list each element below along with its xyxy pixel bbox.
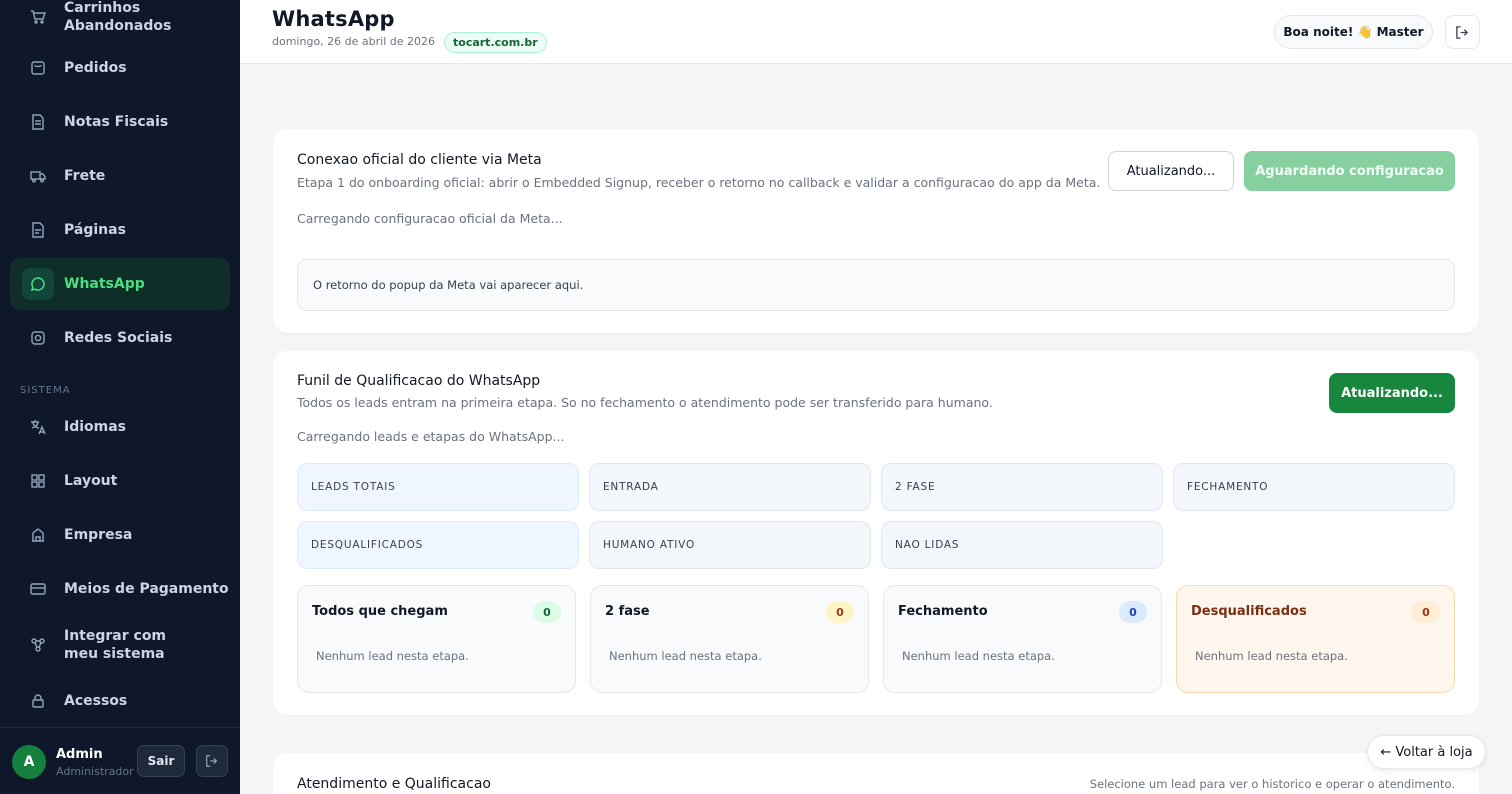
refresh-button[interactable]: Atualizando... [1108,151,1234,191]
funnel-loading-text: Carregando leads e etapas do WhatsApp... [297,429,565,444]
sidebar-item-pedidos[interactable]: Pedidos [10,42,230,94]
meta-card-title: Conexao oficial do cliente via Meta [297,152,542,168]
funnel-card-subtitle: Todos os leads entram na primeira etapa.… [297,395,993,410]
stat-nao-lidas: NAO LIDAS [881,521,1163,569]
stage-empty-text: Nenhum lead nesta etapa. [902,649,1055,663]
stat-entrada: ENTRADA [589,463,871,511]
stage-count-badge: 0 [533,601,561,623]
sidebar-item-label: Layout [64,473,118,489]
stage-empty-text: Nenhum lead nesta etapa. [316,649,469,663]
meta-card-subtitle: Etapa 1 do onboarding oficial: abrir o E… [297,175,1101,190]
attendance-hint: Selecione um lead para ver o historico e… [1089,777,1455,791]
sidebar-item-layout[interactable]: Layout [10,455,230,507]
waiting-config-button[interactable]: Aguardando configuracao [1244,151,1455,191]
page-date: domingo, 26 de abril de 2026 [272,35,435,48]
sidebar-item-frete[interactable]: Frete [10,150,230,202]
sidebar-item-notas-fiscais[interactable]: Notas Fiscais [10,96,230,148]
stat-2-fase: 2 FASE [881,463,1163,511]
sidebar-item-label: Idiomas [64,419,127,435]
document-icon [30,114,46,130]
sidebar-item-idiomas[interactable]: Idiomas [10,401,230,453]
funnel-refresh-button[interactable]: Atualizando... [1329,373,1455,413]
attendance-card-title: Atendimento e Qualificacao [297,776,491,792]
sidebar-item-paginas[interactable]: Páginas [10,204,230,256]
integration-icon [30,637,46,653]
stage-empty-text: Nenhum lead nesta etapa. [609,649,762,663]
funnel-card-title: Funil de Qualificacao do WhatsApp [297,373,541,389]
sidebar-item-label: Empresa [64,527,133,543]
stage-title: Todos que chegam [312,604,448,619]
sidebar-item-label: Notas Fiscais [64,114,169,130]
sidebar-item-label: Meios de Pagamento [64,581,229,597]
sidebar-item-label: Integrar com meu sistema [64,628,167,662]
translate-icon [30,419,46,435]
avatar: A [12,745,46,779]
stage-column-todos: Todos que chegam 0 Nenhum lead nesta eta… [297,585,576,693]
sidebar-item-label: Pedidos [64,60,127,76]
sidebar-item-whatsapp[interactable]: WhatsApp [10,258,230,310]
stage-count-badge: 0 [1412,601,1440,623]
domain-badge[interactable]: tocart.com.br [444,32,547,53]
back-to-store-button[interactable]: ← Voltar à loja [1367,735,1486,769]
stage-count-badge: 0 [826,601,854,623]
sidebar-item-carrinhos[interactable]: Carrinhos Abandonados [10,0,230,40]
meta-loading-text: Carregando configuracao oficial da Meta.… [297,211,563,226]
sidebar-item-redes-sociais[interactable]: Redes Sociais [10,312,230,364]
stage-title: Fechamento [898,604,988,619]
stat-leads-totais: LEADS TOTAIS [297,463,579,511]
funnel-card: Funil de Qualificacao do WhatsApp Todos … [273,351,1479,715]
top-header: WhatsApp domingo, 26 de abril de 2026 to… [240,0,1512,64]
cart-icon [30,9,46,25]
sidebar-footer: A Admin Administrador Sair [0,727,240,794]
stat-desqualificados: DESQUALIFICADOS [297,521,579,569]
sidebar-item-empresa[interactable]: Empresa [10,509,230,561]
sidebar-item-label: WhatsApp [64,276,145,292]
stage-empty-text: Nenhum lead nesta etapa. [1195,649,1348,663]
attendance-card: Atendimento e Qualificacao Selecione um … [273,753,1479,794]
logout-icon-button[interactable] [196,745,228,777]
sidebar-item-label: Redes Sociais [64,330,173,346]
sidebar-item-label: Frete [64,168,106,184]
sidebar-item-acessos[interactable]: Acessos [10,675,230,727]
meta-connection-card: Conexao oficial do cliente via Meta Etap… [273,129,1479,333]
user-role: Administrador [56,765,134,778]
instagram-icon [30,330,46,346]
user-name: Admin [56,747,103,762]
greeting-button[interactable]: Boa noite! 👋 Master [1274,15,1433,49]
stat-humano-ativo: HUMANO ATIVO [589,521,871,569]
sidebar-item-integrar[interactable]: Integrar com meu sistema [10,619,230,671]
stat-fechamento: FECHAMENTO [1173,463,1455,511]
logout-icon [1456,25,1469,39]
section-label-sistema: SISTEMA [20,385,71,396]
stage-column-desqualificados: Desqualificados 0 Nenhum lead nesta etap… [1176,585,1455,693]
truck-icon [30,168,46,184]
sidebar-item-label: Acessos [64,693,128,709]
meta-popup-result: O retorno do popup da Meta vai aparecer … [297,259,1455,311]
building-icon [30,527,46,543]
stage-column-fechamento: Fechamento 0 Nenhum lead nesta etapa. [883,585,1162,693]
stage-title: Desqualificados [1191,604,1307,619]
stage-column-2-fase: 2 fase 0 Nenhum lead nesta etapa. [590,585,869,693]
stage-count-badge: 0 [1119,601,1147,623]
lock-icon [30,693,46,709]
sidebar-item-label: Carrinhos Abandonados [64,0,172,34]
page-icon [30,222,46,238]
credit-card-icon [30,581,46,597]
sidebar: Carrinhos Abandonados Pedidos Notas Fisc… [0,0,240,794]
sidebar-item-meios-pagamento[interactable]: Meios de Pagamento [10,563,230,615]
bag-icon [30,60,46,76]
logout-button[interactable]: Sair [137,745,185,777]
stage-title: 2 fase [605,604,650,619]
layout-icon [30,473,46,489]
logout-icon [206,755,218,767]
sidebar-item-label: Páginas [64,222,126,238]
chat-icon [22,268,54,300]
page-title: WhatsApp [272,7,395,31]
header-logout-button[interactable] [1445,15,1480,49]
